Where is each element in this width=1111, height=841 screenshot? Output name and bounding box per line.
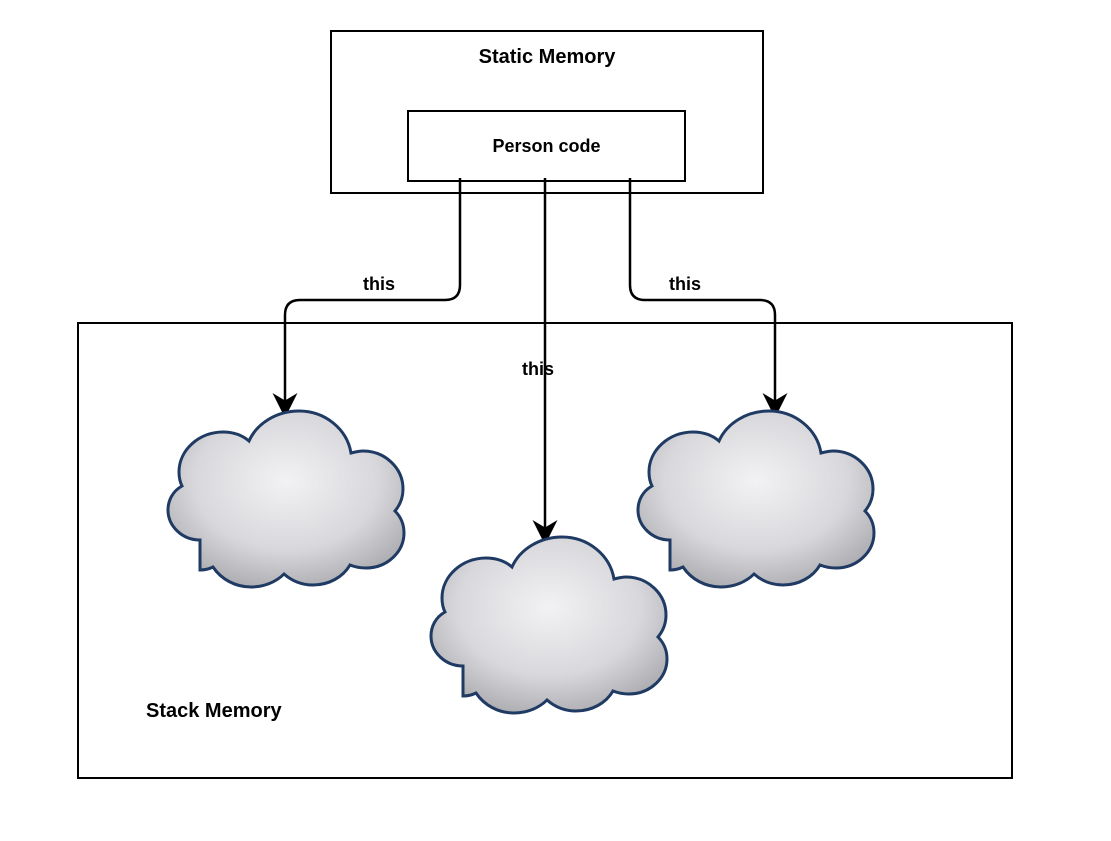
arrow-left xyxy=(285,178,460,418)
cloud-yilin xyxy=(431,537,667,713)
cloud-mike xyxy=(168,411,404,587)
arrow-right xyxy=(630,178,775,418)
cloud-vaibhav xyxy=(638,411,874,587)
diagram-svg xyxy=(0,0,1111,841)
